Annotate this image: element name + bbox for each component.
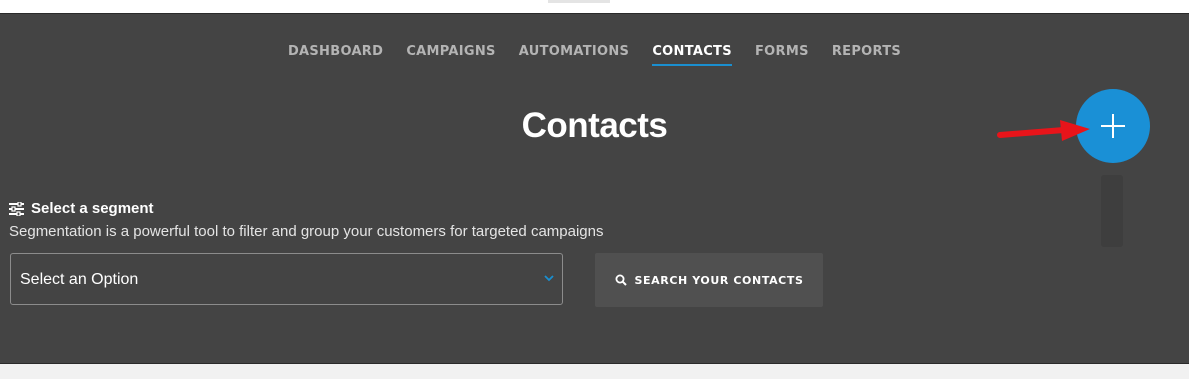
search-contacts-label: SEARCH YOUR CONTACTS	[634, 273, 804, 287]
nav-item-contacts[interactable]: CONTACTS	[652, 44, 732, 66]
segment-description: Segmentation is a powerful tool to filte…	[9, 223, 604, 240]
contacts-panel: DASHBOARD CAMPAIGNS AUTOMATIONS CONTACTS…	[0, 14, 1189, 364]
nav-item-automations[interactable]: AUTOMATIONS	[519, 44, 629, 64]
chevron-down-icon	[544, 275, 554, 282]
fab-shadow	[1101, 175, 1123, 247]
search-contacts-button[interactable]: SEARCH YOUR CONTACTS	[595, 253, 823, 307]
nav-item-reports[interactable]: REPORTS	[832, 44, 901, 64]
plus-icon	[1101, 114, 1125, 138]
segment-title: Select a segment	[31, 200, 154, 217]
main-nav: DASHBOARD CAMPAIGNS AUTOMATIONS CONTACTS…	[0, 40, 1189, 66]
nav-item-campaigns[interactable]: CAMPAIGNS	[406, 44, 495, 64]
sliders-icon	[9, 201, 24, 216]
segment-header: Select a segment	[9, 200, 154, 217]
segment-select[interactable]: Select an Option	[10, 253, 563, 305]
top-tab-marker	[548, 0, 610, 3]
nav-item-dashboard[interactable]: DASHBOARD	[288, 44, 383, 64]
search-icon	[615, 274, 627, 286]
nav-item-forms[interactable]: FORMS	[755, 44, 809, 64]
segment-select-value: Select an Option	[20, 271, 139, 288]
browser-top-strip	[0, 0, 1189, 14]
red-arrow-icon	[997, 120, 1090, 141]
